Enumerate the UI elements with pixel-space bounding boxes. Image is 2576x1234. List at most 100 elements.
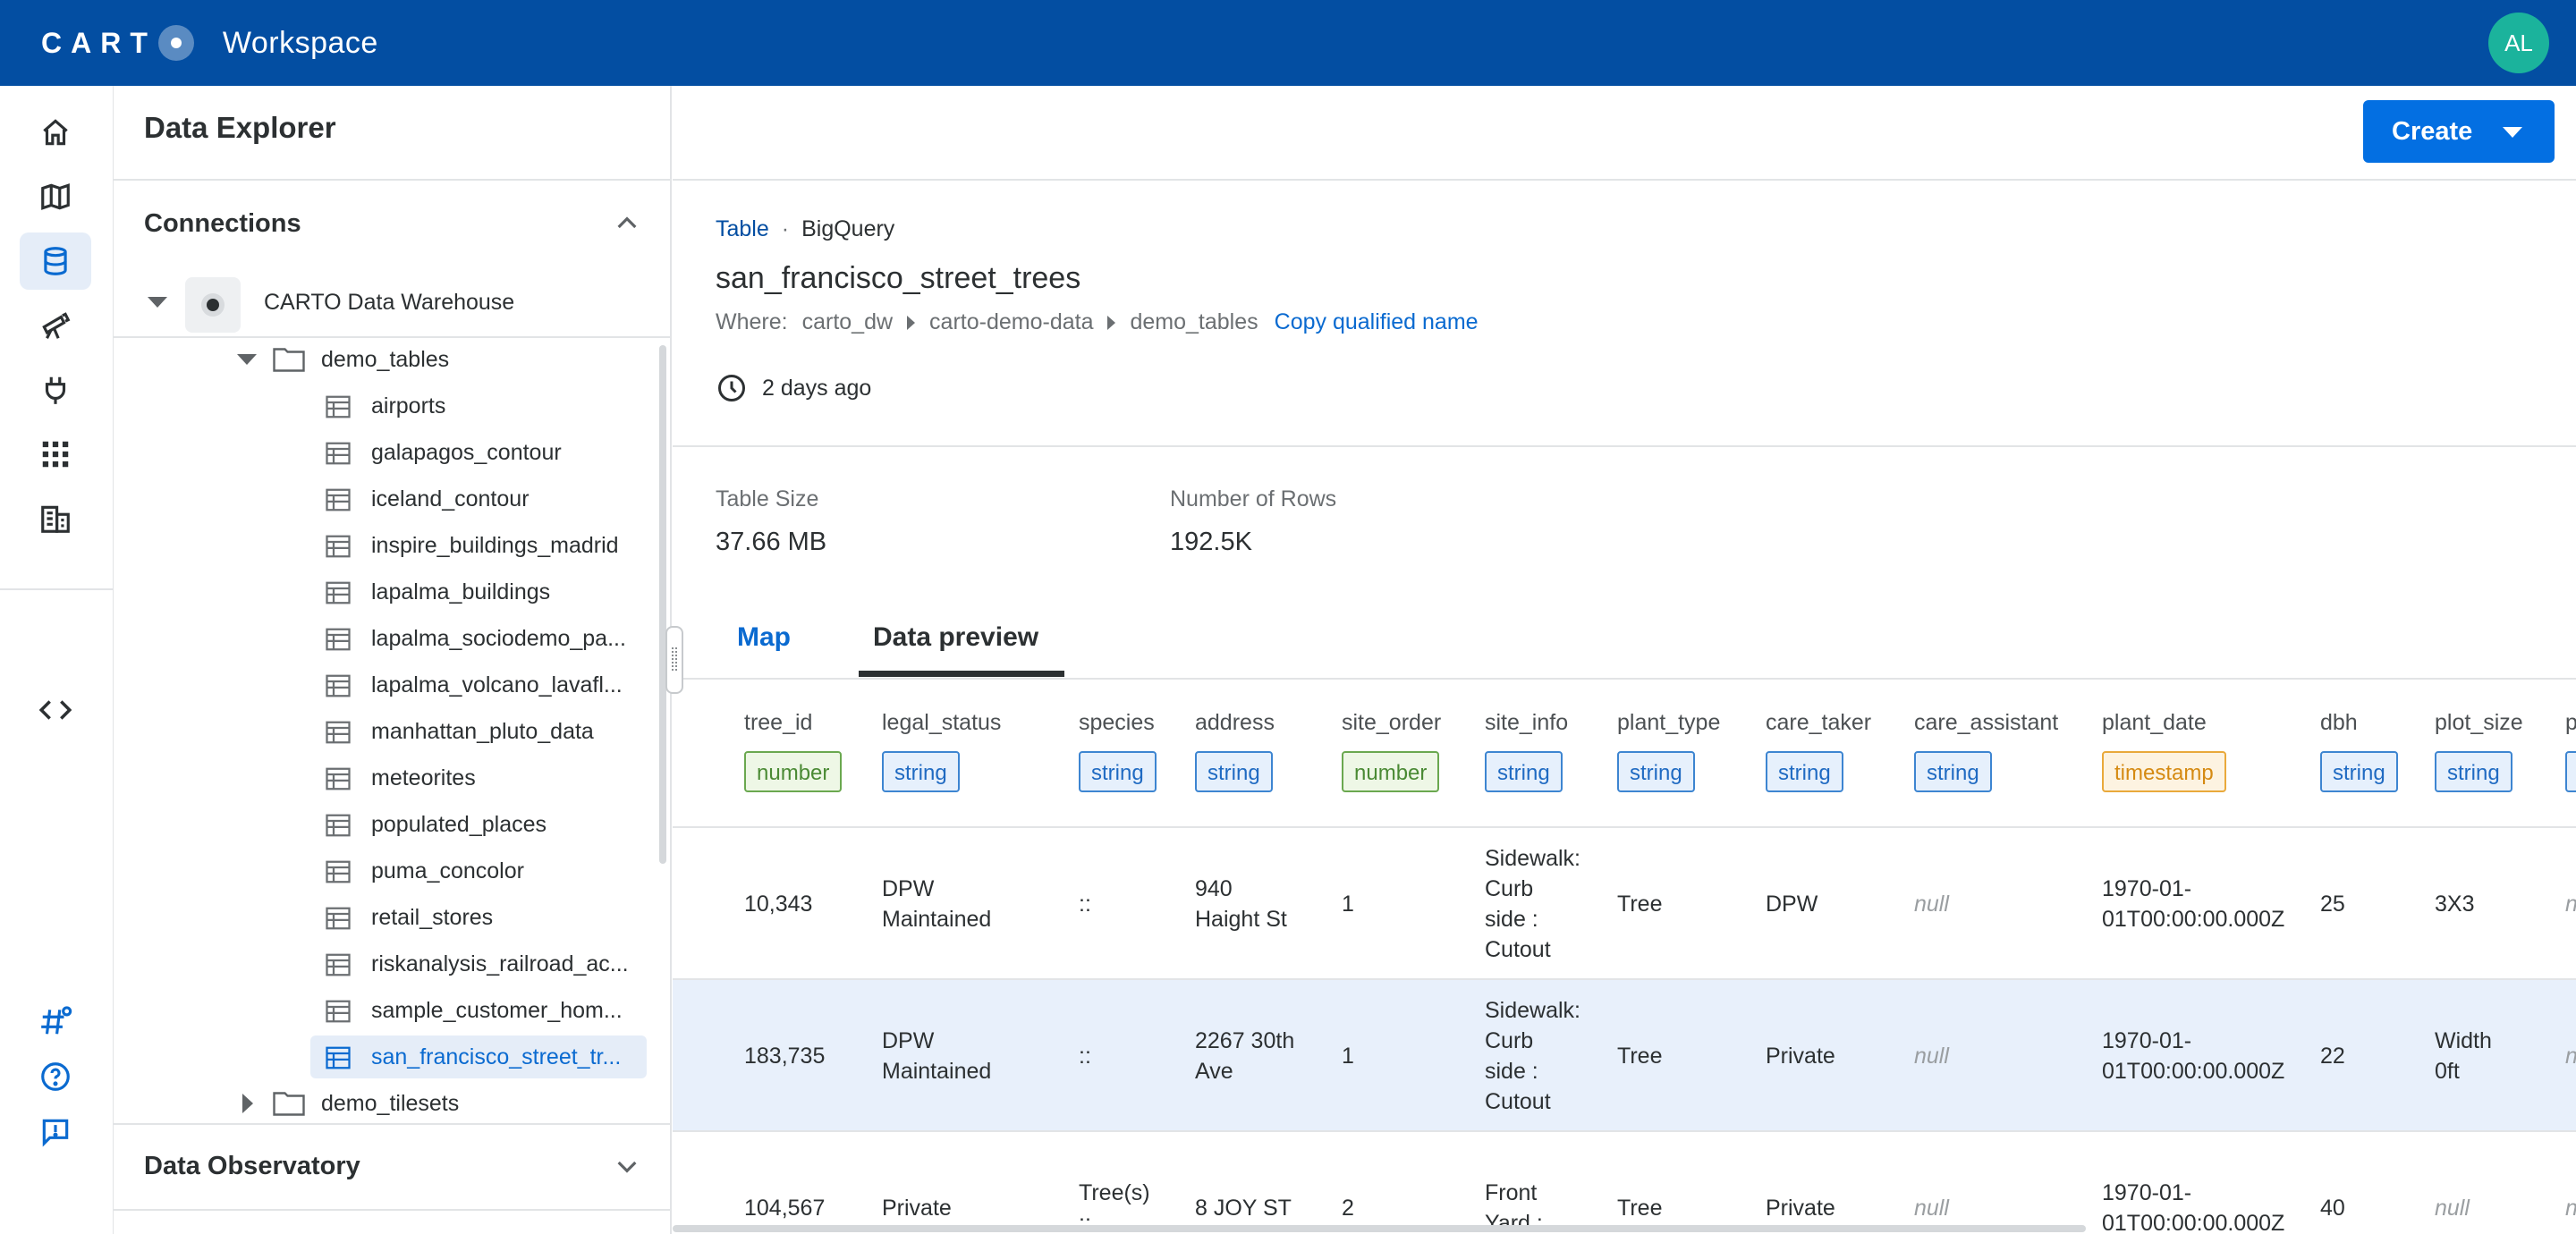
table-row[interactable]: 10,343 DPW Maintained:: 940 Haight St 1 Side…	[673, 828, 2576, 978]
caret-right-icon[interactable]	[242, 1094, 253, 1113]
nav-connections[interactable]	[20, 361, 91, 418]
table-item[interactable]: airports	[114, 385, 659, 427]
column-header[interactable]: plot_size	[2435, 710, 2523, 736]
nav-help[interactable]	[20, 1048, 91, 1105]
table-icon	[326, 488, 351, 511]
table-cell: 40	[2320, 1196, 2345, 1221]
nav-apps[interactable]	[20, 426, 91, 483]
chevron-down-icon[interactable]	[613, 1152, 641, 1180]
hashtag-icon	[41, 1006, 72, 1035]
table-cell: 10,343	[744, 892, 813, 917]
table-item-label: inspire_buildings_madrid	[371, 533, 619, 558]
help-icon	[41, 1062, 70, 1091]
column-type-badge: string	[1195, 751, 1273, 792]
table-item[interactable]: riskanalysis_railroad_ac...	[114, 942, 659, 985]
table-icon	[326, 442, 351, 465]
table-item[interactable]: inspire_buildings_madrid	[114, 524, 659, 567]
table-cell: 183,735	[744, 1044, 826, 1069]
table-size-label: Table Size	[716, 486, 819, 511]
connection-row[interactable]: CARTO Data Warehouse	[114, 272, 670, 334]
connection-name: CARTO Data Warehouse	[264, 290, 515, 315]
table-item[interactable]: lapalma_sociodemo_pa...	[114, 617, 659, 660]
folder-row-closed[interactable]: demo_tilesets	[114, 1082, 659, 1116]
table-icon	[326, 535, 351, 558]
active-tab-indicator	[859, 671, 1064, 677]
table-item-label: lapalma_volcano_lavafl...	[371, 672, 623, 697]
table-item[interactable]: populated_places	[114, 803, 659, 846]
caret-down-icon[interactable]	[237, 354, 257, 365]
column-header[interactable]: legal_status	[882, 710, 1001, 736]
panel-resize-handle[interactable]	[665, 626, 683, 694]
column-type-badge: string	[882, 751, 960, 792]
column-header[interactable]: address	[1195, 710, 1275, 736]
product-name: Workspace	[222, 25, 378, 60]
column-header[interactable]: p	[2565, 710, 2576, 736]
table-cell: 1	[1342, 1044, 1354, 1069]
column-header[interactable]: plant_type	[1617, 710, 1720, 736]
table-item[interactable]: lapalma_volcano_lavafl...	[114, 663, 659, 706]
table-row[interactable]: 183,735 DPW Maintained:: 2267 30th Ave 1 Sid…	[673, 980, 2576, 1130]
column-header[interactable]: site_order	[1342, 710, 1441, 736]
nav-observatory[interactable]	[20, 297, 91, 354]
create-button[interactable]: Create	[2363, 100, 2555, 163]
table-item[interactable]: sample_customer_hom...	[114, 989, 659, 1032]
table-item[interactable]: retail_stores	[114, 896, 659, 939]
observatory-section-title[interactable]: Data Observatory	[144, 1152, 360, 1181]
connections-section-title[interactable]: Connections	[144, 209, 301, 239]
column-type-badge: number	[744, 751, 843, 792]
table-icon	[326, 1046, 351, 1069]
column-header[interactable]: care_taker	[1766, 710, 1871, 736]
tree-scrollbar[interactable]	[659, 345, 666, 864]
nav-feedback[interactable]	[20, 1103, 91, 1161]
carto-logo[interactable]: CART Workspace	[41, 23, 378, 63]
tab-map[interactable]: Map	[737, 622, 791, 653]
table-item[interactable]: iceland_contour	[114, 478, 659, 520]
nav-organization[interactable]	[20, 490, 91, 547]
user-avatar[interactable]: AL	[2488, 13, 2549, 73]
copy-qualified-name-link[interactable]: Copy qualified name	[1275, 309, 1479, 335]
table-cell: ::	[1079, 892, 1091, 917]
folder-row-open[interactable]: demo_tables	[114, 338, 659, 381]
panel-divider	[114, 179, 670, 181]
column-header[interactable]: dbh	[2320, 710, 2358, 736]
nav-maps[interactable]	[20, 168, 91, 225]
column-type-badge: string	[1079, 751, 1157, 792]
nav-data[interactable]	[20, 232, 91, 290]
caret-down-icon[interactable]	[148, 297, 167, 308]
tab-data-preview[interactable]: Data preview	[873, 622, 1038, 653]
table-item[interactable]: galapagos_contour	[114, 431, 659, 474]
column-header[interactable]: tree_id	[744, 710, 812, 736]
table-cell: null	[1914, 892, 1949, 917]
folder-label: demo_tables	[321, 347, 450, 372]
plug-icon	[45, 376, 66, 404]
table-item[interactable]: meteorites	[114, 756, 659, 799]
table-cell: DPW	[1766, 892, 1818, 917]
table-item[interactable]: manhattan_pluto_data	[114, 710, 659, 753]
column-header[interactable]: site_info	[1485, 710, 1568, 736]
nav-whats-new[interactable]	[20, 993, 91, 1050]
table-cell: Private	[1766, 1196, 1835, 1221]
breadcrumb-item: carto_dw	[801, 309, 894, 334]
table-cell: DPW Maintained	[882, 876, 992, 932]
nav-home[interactable]	[20, 104, 91, 161]
nav-developers[interactable]	[20, 681, 91, 739]
table-item[interactable]: lapalma_buildings	[114, 571, 659, 613]
column-header[interactable]: species	[1079, 710, 1155, 736]
chevron-up-icon[interactable]	[613, 209, 641, 238]
breadcrumb-arrow-icon	[907, 315, 916, 330]
column-header[interactable]: plant_date	[2102, 710, 2207, 736]
column-type-badge: string	[1914, 751, 1992, 792]
logo-wordmark: CART	[41, 26, 157, 59]
table-icon	[326, 767, 351, 790]
table-item-label: lapalma_sociodemo_pa...	[371, 626, 626, 651]
dataset-meta: Table · BigQuery	[716, 216, 894, 242]
column-header[interactable]: care_assistant	[1914, 710, 2058, 736]
table-cell: Width 0ft	[2435, 1028, 2492, 1084]
table-item[interactable]: puma_concolor	[114, 849, 659, 892]
grid-horizontal-scrollbar[interactable]	[673, 1225, 2086, 1232]
meta-separator: ·	[781, 216, 790, 241]
table-cell: Private	[882, 1196, 952, 1221]
table-item-label: galapagos_contour	[371, 440, 562, 465]
table-item[interactable]: san_francisco_street_tr...	[114, 1035, 659, 1078]
table-row[interactable]: 104,567 Private Tree(s) :: 8 JOY ST 2 Front Y…	[673, 1132, 2576, 1234]
